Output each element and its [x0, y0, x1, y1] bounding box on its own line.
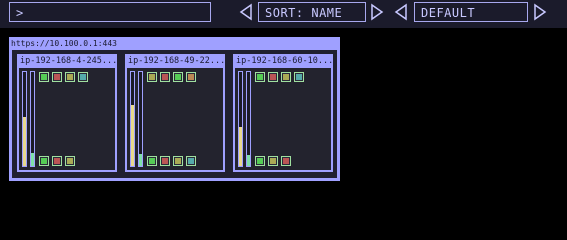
pod-status-indicator: [270, 74, 276, 80]
pod-status-indicator: [41, 74, 47, 80]
pod[interactable]: [65, 156, 75, 166]
filter-next-button[interactable]: [532, 3, 548, 21]
node-body: [19, 68, 115, 170]
memory-gauge: [246, 71, 251, 167]
filter-prev-button[interactable]: [393, 3, 409, 21]
gauge-fill: [239, 126, 242, 166]
pod-status-indicator: [80, 74, 86, 80]
pod-status-indicator: [270, 158, 276, 164]
pod[interactable]: [160, 72, 170, 82]
gauge-fill: [31, 152, 34, 166]
pod[interactable]: [39, 156, 49, 166]
pod-status-indicator: [296, 74, 302, 80]
node-body: [235, 68, 331, 170]
pod-status-indicator: [149, 158, 155, 164]
triangle-left-icon: [394, 3, 407, 21]
node-body: [127, 68, 223, 170]
pod-status-indicator: [175, 158, 181, 164]
pod[interactable]: [294, 72, 304, 82]
pod[interactable]: [173, 72, 183, 82]
pod-status-indicator: [162, 158, 168, 164]
node-card[interactable]: ip-192-168-4-245...: [17, 54, 117, 172]
cpu-gauge: [238, 71, 243, 167]
pod[interactable]: [268, 156, 278, 166]
command-input[interactable]: >: [9, 2, 211, 22]
top-toolbar: > SORT: NAME DEFAULT: [0, 0, 567, 28]
node-name: ip-192-168-60-10...: [236, 56, 332, 66]
pod-status-indicator: [149, 74, 155, 80]
pod[interactable]: [52, 72, 62, 82]
pod[interactable]: [52, 156, 62, 166]
triangle-left-icon: [239, 3, 252, 21]
pod-status-indicator: [257, 74, 263, 80]
sort-selector[interactable]: SORT: NAME: [258, 2, 366, 22]
sort-prev-button[interactable]: [238, 3, 254, 21]
pod-status-indicator: [175, 74, 181, 80]
pod-status-indicator: [162, 74, 168, 80]
pod-status-indicator: [41, 158, 47, 164]
pod[interactable]: [78, 72, 88, 82]
sort-next-button[interactable]: [369, 3, 385, 21]
pod[interactable]: [268, 72, 278, 82]
gauge-fill: [23, 117, 26, 166]
pod-status-indicator: [283, 74, 289, 80]
pod[interactable]: [281, 72, 291, 82]
pod[interactable]: [173, 156, 183, 166]
pod-status-indicator: [188, 158, 194, 164]
pod[interactable]: [39, 72, 49, 82]
pod-status-indicator: [67, 158, 73, 164]
triangle-right-icon: [534, 3, 547, 21]
cluster-url: https://10.100.0.1:443: [11, 39, 117, 48]
cpu-gauge: [22, 71, 27, 167]
pod-status-indicator: [188, 74, 194, 80]
pod[interactable]: [65, 72, 75, 82]
filter-selector[interactable]: DEFAULT: [414, 2, 528, 22]
cluster-panel: https://10.100.0.1:443 ip-192-168-4-245.…: [9, 37, 340, 181]
pod[interactable]: [281, 156, 291, 166]
pod-status-indicator: [54, 158, 60, 164]
memory-gauge: [138, 71, 143, 167]
pod[interactable]: [186, 72, 196, 82]
cpu-gauge: [130, 71, 135, 167]
triangle-right-icon: [371, 3, 384, 21]
pod[interactable]: [160, 156, 170, 166]
pod[interactable]: [255, 156, 265, 166]
node-card[interactable]: ip-192-168-49-22...: [125, 54, 225, 172]
pod[interactable]: [147, 156, 157, 166]
pod-status-indicator: [257, 158, 263, 164]
pod[interactable]: [255, 72, 265, 82]
cluster-body: ip-192-168-4-245... ip-192-168-49-22... ip…: [12, 50, 337, 178]
gauge-fill: [139, 153, 142, 166]
pod[interactable]: [186, 156, 196, 166]
gauge-fill: [247, 154, 250, 166]
pod-status-indicator: [67, 74, 73, 80]
memory-gauge: [30, 71, 35, 167]
pod-status-indicator: [283, 158, 289, 164]
node-name: ip-192-168-49-22...: [128, 56, 224, 66]
gauge-fill: [131, 104, 134, 166]
node-name: ip-192-168-4-245...: [20, 56, 116, 66]
pod-status-indicator: [54, 74, 60, 80]
node-card[interactable]: ip-192-168-60-10...: [233, 54, 333, 172]
pod[interactable]: [147, 72, 157, 82]
